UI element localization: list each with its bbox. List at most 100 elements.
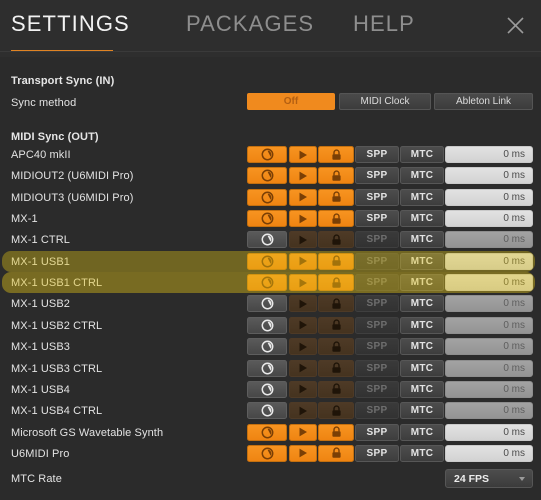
delay-input[interactable]: 0 ms (445, 338, 533, 356)
delay-input[interactable]: 0 ms (445, 188, 533, 206)
mtc-button[interactable]: MTC (400, 210, 444, 228)
lock-button[interactable] (318, 380, 354, 398)
play-button[interactable] (289, 338, 317, 356)
mtc-button[interactable]: MTC (400, 295, 444, 313)
spp-button[interactable]: SPP (355, 359, 399, 377)
tab-packages[interactable]: PACKAGES (186, 11, 314, 37)
clock-button[interactable] (247, 167, 287, 185)
clock-button[interactable] (247, 444, 287, 462)
delay-input[interactable]: 0 ms (445, 423, 533, 441)
delay-input[interactable]: 0 ms (445, 380, 533, 398)
lock-button[interactable] (318, 316, 354, 334)
spp-button[interactable]: SPP (355, 252, 399, 270)
clock-button[interactable] (247, 402, 287, 420)
lock-button[interactable] (318, 338, 354, 356)
mtc-button[interactable]: MTC (400, 338, 444, 356)
spp-button[interactable]: SPP (355, 316, 399, 334)
mtc-button[interactable]: MTC (400, 146, 444, 163)
mtc-button[interactable]: MTC (400, 359, 444, 377)
mtc-button[interactable]: MTC (400, 252, 444, 270)
delay-input[interactable]: 0 ms (445, 252, 533, 270)
play-button[interactable] (289, 188, 317, 206)
clock-button[interactable] (247, 210, 287, 228)
clock-button[interactable] (247, 423, 287, 441)
spp-button[interactable]: SPP (355, 274, 399, 292)
delay-input[interactable]: 0 ms (445, 316, 533, 334)
play-button[interactable] (289, 316, 317, 334)
clock-button[interactable] (247, 338, 287, 356)
spp-button[interactable]: SPP (355, 231, 399, 249)
lock-button[interactable] (318, 188, 354, 206)
delay-input[interactable]: 0 ms (445, 210, 533, 228)
mtc-button[interactable]: MTC (400, 444, 444, 462)
spp-button[interactable]: SPP (355, 210, 399, 228)
play-button[interactable] (289, 231, 317, 249)
mtc-rate-dropdown[interactable]: 24 FPS (445, 469, 533, 488)
delay-input[interactable]: 0 ms (445, 167, 533, 185)
mtc-button[interactable]: MTC (400, 167, 444, 185)
clock-button[interactable] (247, 359, 287, 377)
delay-input[interactable]: 0 ms (445, 146, 533, 163)
spp-button[interactable]: SPP (355, 380, 399, 398)
play-button[interactable] (289, 423, 317, 441)
mtc-button[interactable]: MTC (400, 380, 444, 398)
tab-help[interactable]: HELP (353, 11, 415, 37)
play-button[interactable] (289, 167, 317, 185)
spp-button[interactable]: SPP (355, 167, 399, 185)
spp-button[interactable]: SPP (355, 146, 399, 163)
lock-button[interactable] (318, 359, 354, 377)
clock-button[interactable] (247, 274, 287, 292)
mtc-button[interactable]: MTC (400, 274, 444, 292)
delay-input[interactable]: 0 ms (445, 274, 533, 292)
clock-button[interactable] (247, 380, 287, 398)
close-icon[interactable] (502, 12, 529, 39)
mtc-button[interactable]: MTC (400, 402, 444, 420)
delay-input[interactable]: 0 ms (445, 359, 533, 377)
play-button[interactable] (289, 210, 317, 228)
sync-option-midi-clock[interactable]: MIDI Clock (339, 93, 431, 110)
midi-sync-row: SPP MTC 0 ms (0, 210, 541, 228)
lock-button[interactable] (318, 146, 354, 163)
spp-button[interactable]: SPP (355, 444, 399, 462)
spp-button[interactable]: SPP (355, 338, 399, 356)
play-button[interactable] (289, 402, 317, 420)
play-button[interactable] (289, 444, 317, 462)
play-button[interactable] (289, 295, 317, 313)
delay-input[interactable]: 0 ms (445, 402, 533, 420)
lock-button[interactable] (318, 444, 354, 462)
play-button[interactable] (289, 274, 317, 292)
play-button[interactable] (289, 359, 317, 377)
lock-button[interactable] (318, 167, 354, 185)
sync-option-off[interactable]: Off (247, 93, 335, 110)
clock-button[interactable] (247, 316, 287, 334)
lock-button[interactable] (318, 295, 354, 313)
delay-input[interactable]: 0 ms (445, 231, 533, 249)
lock-button[interactable] (318, 402, 354, 420)
lock-button[interactable] (318, 423, 354, 441)
clock-button[interactable] (247, 146, 287, 163)
clock-button[interactable] (247, 188, 287, 206)
midi-sync-row: SPP MTC 0 ms (0, 231, 541, 249)
clock-button[interactable] (247, 295, 287, 313)
spp-button[interactable]: SPP (355, 295, 399, 313)
mtc-button[interactable]: MTC (400, 316, 444, 334)
spp-button[interactable]: SPP (355, 402, 399, 420)
tab-settings[interactable]: SETTINGS (11, 11, 130, 37)
spp-button[interactable]: SPP (355, 423, 399, 441)
delay-input[interactable]: 0 ms (445, 295, 533, 313)
lock-button[interactable] (318, 231, 354, 249)
spp-button[interactable]: SPP (355, 188, 399, 206)
lock-button[interactable] (318, 210, 354, 228)
lock-button[interactable] (318, 252, 354, 270)
play-button[interactable] (289, 380, 317, 398)
mtc-button[interactable]: MTC (400, 423, 444, 441)
delay-input[interactable]: 0 ms (445, 444, 533, 462)
mtc-button[interactable]: MTC (400, 231, 444, 249)
play-button[interactable] (289, 252, 317, 270)
mtc-button[interactable]: MTC (400, 188, 444, 206)
lock-button[interactable] (318, 274, 354, 292)
play-button[interactable] (289, 146, 317, 163)
clock-button[interactable] (247, 252, 287, 270)
sync-option-ableton-link[interactable]: Ableton Link (434, 93, 533, 110)
clock-button[interactable] (247, 231, 287, 249)
